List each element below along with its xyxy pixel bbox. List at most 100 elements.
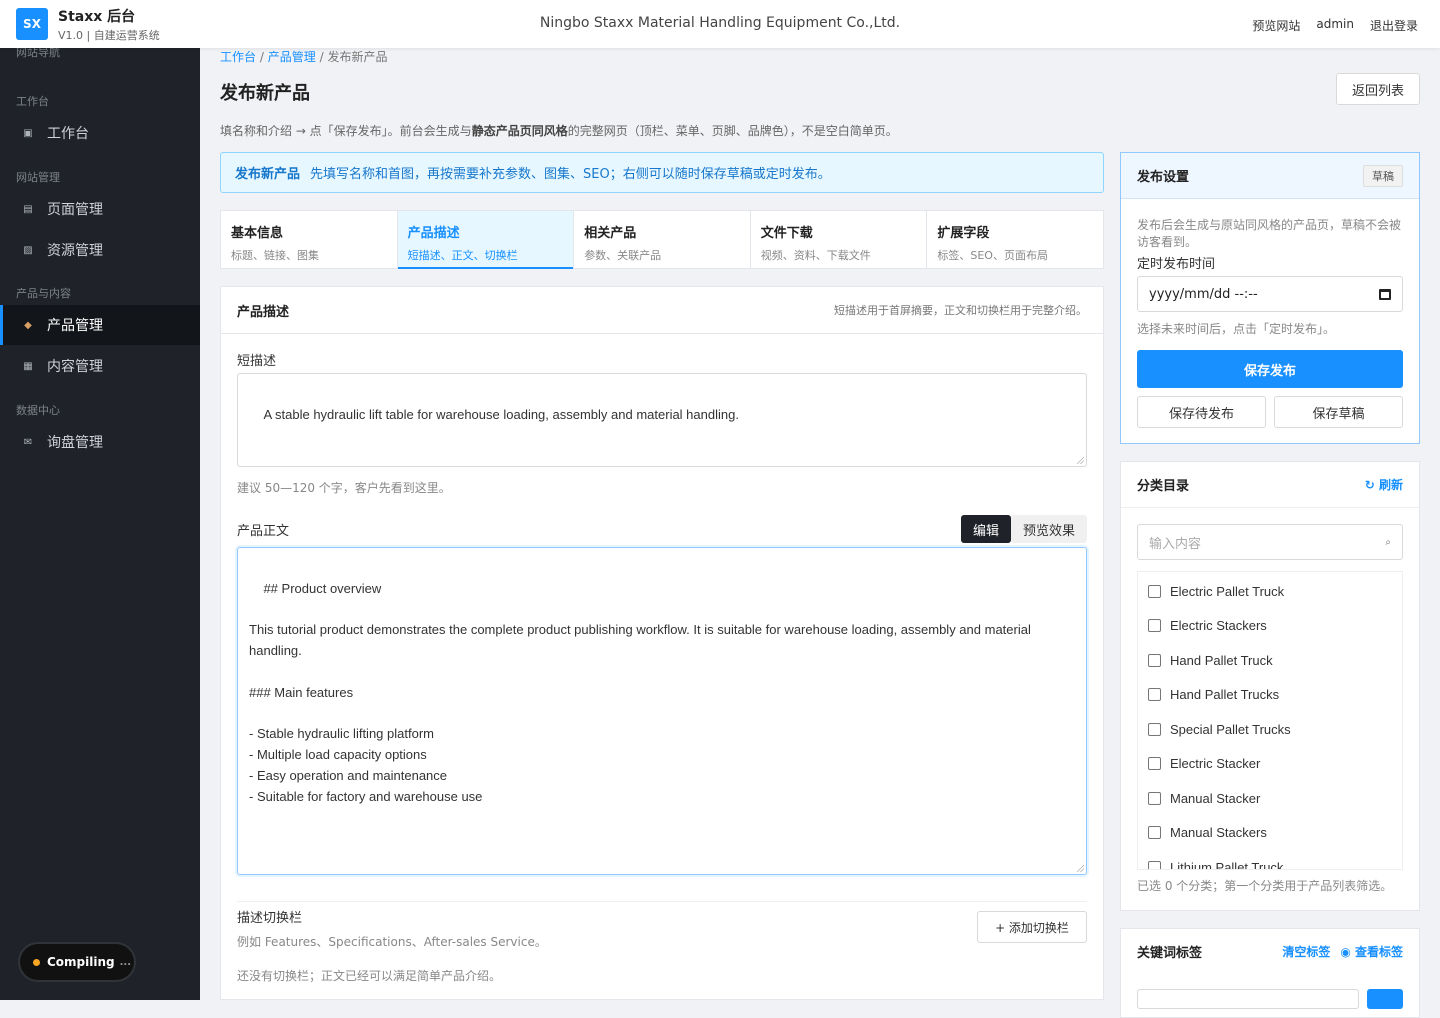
keyword-input[interactable] xyxy=(1137,989,1359,1009)
description-panel: 产品描述 短描述用于首屏摘要，正文和切换栏用于完整介绍。 短描述 A stabl… xyxy=(220,286,1104,1000)
checkbox[interactable] xyxy=(1148,654,1161,667)
page-icon: ▤ xyxy=(23,203,33,215)
back-to-list-button[interactable]: 返回列表 xyxy=(1336,73,1420,105)
card-header: 分类目录 ↻ 刷新 xyxy=(1121,462,1419,508)
compiling-dots: ... xyxy=(119,956,132,968)
tab-extended-fields[interactable]: 扩展字段 标签、SEO、页面布局 xyxy=(927,211,1103,268)
save-pending-button[interactable]: 保存待发布 xyxy=(1137,396,1266,428)
page-desc-post: 的完整网页（顶栏、菜单、页脚、品牌色），不是空白简单页。 xyxy=(567,124,898,138)
body-textarea[interactable]: ## Product overview This tutorial produc… xyxy=(237,547,1087,875)
keyword-actions: 清空标签 ◉ 查看标签 xyxy=(1282,943,1403,960)
tab-description[interactable]: 产品描述 短描述、正文、切换栏 xyxy=(397,211,575,269)
sidebar-item-workbench[interactable]: ▣ 工作台 xyxy=(0,113,200,153)
category-item[interactable]: Electric Pallet Truck xyxy=(1148,584,1284,599)
top-bar: SX Staxx 后台 V1.0 | 自建运营系统 Ningbo Staxx M… xyxy=(0,0,1440,48)
category-list[interactable]: Electric Pallet Truck Electric Stackers … xyxy=(1137,571,1403,870)
category-label: Hand Pallet Trucks xyxy=(1170,687,1280,702)
sidebar-cut-label: 网站导航 xyxy=(16,48,60,59)
short-desc-value: A stable hydraulic lift table for wareho… xyxy=(263,406,739,422)
preview-site-link[interactable]: 预览网站 xyxy=(1252,17,1300,34)
resize-handle-icon[interactable] xyxy=(1077,865,1084,872)
checkbox[interactable] xyxy=(1148,723,1161,736)
sidebar-item-pages[interactable]: ▤ 页面管理 xyxy=(0,189,200,229)
page-description: 填名称和介绍 → 点「保存发布」。前台会生成与静态产品页同风格的完整网页（顶栏、… xyxy=(220,122,898,139)
sidebar-item-inquiries[interactable]: ✉ 询盘管理 xyxy=(0,422,200,462)
tab-related-products[interactable]: 相关产品 参数、关联产品 xyxy=(574,211,751,268)
notice-title: 发布新产品 xyxy=(235,167,301,182)
switch-tabs-hint: 例如 Features、Specifications、After-sales S… xyxy=(237,935,547,949)
sidebar: 网站导航 工作台 ▣ 工作台 网站管理 ▤ 页面管理 ▨ 资源管理 产品与内容 ◆ 产品… xyxy=(0,48,200,1000)
category-item[interactable]: Hand Pallet Truck xyxy=(1148,653,1273,668)
save-publish-button[interactable]: 保存发布 xyxy=(1137,350,1403,388)
category-item[interactable]: Manual Stacker xyxy=(1148,791,1260,806)
sidebar-item-label: 工作台 xyxy=(47,126,89,142)
sidebar-item-products[interactable]: ◆ 产品管理 xyxy=(0,305,200,345)
view-tags-button[interactable]: ◉ 查看标签 xyxy=(1340,943,1403,960)
publish-desc: 发布后会生成与原站同风格的产品页，草稿不会被访客看到。 xyxy=(1137,218,1402,249)
preview-mode-button[interactable]: 预览效果 xyxy=(1010,515,1087,543)
category-item[interactable]: Electric Stackers xyxy=(1148,618,1267,633)
category-item[interactable]: Hand Pallet Trucks xyxy=(1148,687,1279,702)
breadcrumb-products[interactable]: 产品管理 xyxy=(268,50,316,64)
refresh-button[interactable]: ↻ 刷新 xyxy=(1365,476,1403,493)
body-value: ## Product overview This tutorial produc… xyxy=(249,580,1031,804)
category-note: 已选 0 个分类；第一个分类用于产品列表筛选。 xyxy=(1137,879,1393,893)
status-badge: 草稿 xyxy=(1363,164,1403,187)
compiling-indicator[interactable]: Compiling ... xyxy=(20,944,134,980)
checkbox[interactable] xyxy=(1148,861,1161,869)
page-desc-bold: 静态产品页同风格 xyxy=(471,124,568,138)
user-menu[interactable]: admin xyxy=(1316,17,1354,34)
sidebar-item-assets[interactable]: ▨ 资源管理 xyxy=(0,230,200,270)
article-icon: ▦ xyxy=(23,360,33,372)
category-label: Manual Stackers xyxy=(1170,825,1267,840)
short-desc-hint: 建议 50—120 个字，客户先看到这里。 xyxy=(237,481,451,495)
edit-mode-button[interactable]: 编辑 xyxy=(960,515,1011,543)
tab-title: 文件下载 xyxy=(760,226,813,241)
tab-basic-info[interactable]: 基本信息 标题、链接、图集 xyxy=(221,211,398,268)
checkbox[interactable] xyxy=(1148,757,1161,770)
tab-subtitle: 标题、链接、图集 xyxy=(231,249,319,262)
add-keyword-button[interactable] xyxy=(1367,989,1403,1009)
category-label: Manual Stacker xyxy=(1170,791,1261,806)
sidebar-item-label: 产品管理 xyxy=(47,318,103,334)
schedule-datetime-input[interactable]: yyyy/mm/dd --:-- xyxy=(1137,276,1403,312)
card-header: 发布设置 草稿 xyxy=(1121,153,1419,199)
sidebar-item-label: 内容管理 xyxy=(47,359,103,375)
checkbox[interactable] xyxy=(1148,688,1161,701)
add-switch-tab-button[interactable]: + 添加切换栏 xyxy=(977,911,1087,943)
checkbox[interactable] xyxy=(1148,792,1161,805)
clear-tags-button[interactable]: 清空标签 xyxy=(1282,943,1330,960)
datetime-placeholder: yyyy/mm/dd --:-- xyxy=(1149,286,1258,302)
mail-icon: ✉ xyxy=(23,436,33,448)
page-title: 发布新产品 xyxy=(220,83,310,104)
box-icon: ◆ xyxy=(24,319,32,331)
notice-text: 先填写名称和首图，再按需要补充参数、图集、SEO；右侧可以随时保存草稿或定时发布… xyxy=(310,167,831,182)
short-desc-textarea[interactable]: A stable hydraulic lift table for wareho… xyxy=(237,373,1087,467)
checkbox[interactable] xyxy=(1148,619,1161,632)
tab-downloads[interactable]: 文件下载 视频、资料、下载文件 xyxy=(751,211,928,268)
breadcrumb-workbench[interactable]: 工作台 xyxy=(220,50,256,64)
logout-link[interactable]: 退出登录 xyxy=(1370,17,1418,34)
tab-subtitle: 标签、SEO、页面布局 xyxy=(937,249,1048,262)
category-item[interactable]: Electric Stacker xyxy=(1148,756,1260,771)
category-card: 分类目录 ↻ 刷新 输入内容 ⌕ Electric Pallet Truck E… xyxy=(1120,461,1420,911)
top-links: 预览网站 admin 退出登录 xyxy=(1252,17,1418,34)
tab-title: 扩展字段 xyxy=(937,226,990,241)
resize-handle-icon[interactable] xyxy=(1077,457,1084,464)
panel-note: 短描述用于首屏摘要，正文和切换栏用于完整介绍。 xyxy=(834,304,1087,317)
panel-title: 产品描述 xyxy=(237,304,290,320)
sidebar-item-label: 页面管理 xyxy=(47,202,103,218)
sidebar-group-data: 数据中心 xyxy=(16,404,60,417)
save-draft-button[interactable]: 保存草稿 xyxy=(1274,396,1403,428)
category-search-input[interactable]: 输入内容 ⌕ xyxy=(1137,524,1403,560)
calendar-icon[interactable] xyxy=(1379,288,1391,300)
category-item[interactable]: Special Pallet Trucks xyxy=(1148,722,1291,737)
category-item[interactable]: Lithium Pallet Truck xyxy=(1148,860,1283,869)
editor-tabs: 基本信息 标题、链接、图集 产品描述 短描述、正文、切换栏 相关产品 参数、关联… xyxy=(220,210,1104,269)
checkbox[interactable] xyxy=(1148,826,1161,839)
breadcrumb-current: 发布新产品 xyxy=(327,50,388,64)
category-item[interactable]: Manual Stackers xyxy=(1148,825,1267,840)
checkbox[interactable] xyxy=(1148,585,1161,598)
section-divider xyxy=(237,901,1087,902)
sidebar-item-content[interactable]: ▦ 内容管理 xyxy=(0,346,200,386)
